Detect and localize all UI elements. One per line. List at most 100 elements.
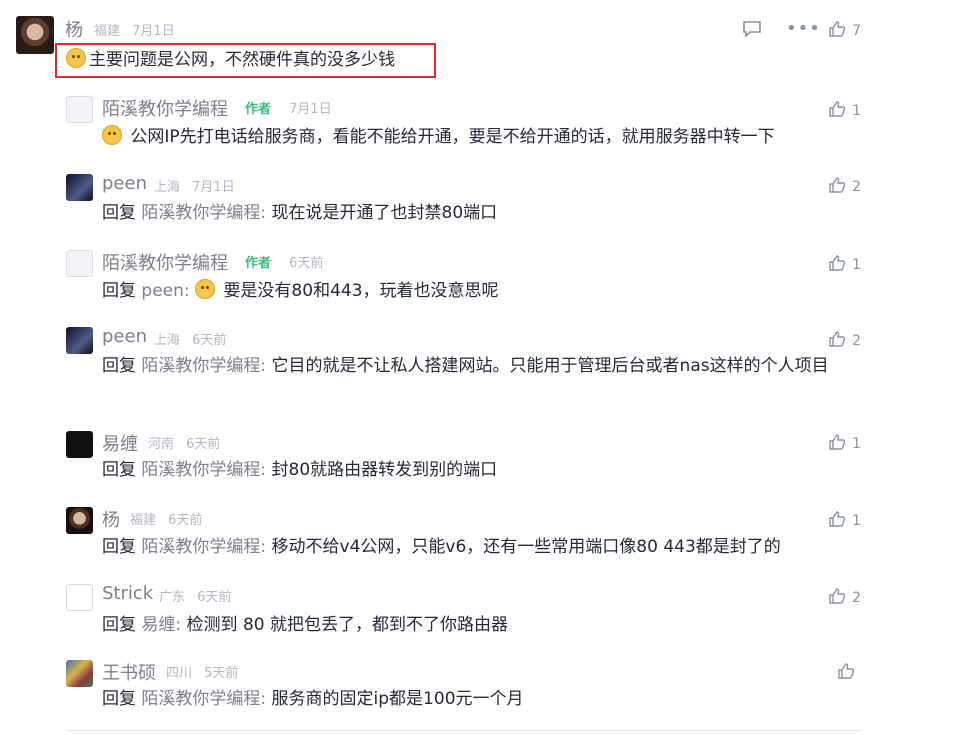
reply-label: 回复 [102,537,136,557]
comment-text: 现在说是开通了也封禁80端口 [271,203,498,223]
like-button[interactable]: 1 [828,510,861,529]
reply-target[interactable]: peen: [141,281,189,301]
comment-date: 7月1日 [132,24,175,39]
avatar[interactable] [66,584,93,611]
comment-meta: 上海 6天前 [154,329,226,348]
comment-author-name[interactable]: 易缠 [102,430,138,456]
comment-author-name[interactable]: 杨 [102,506,120,532]
divider [66,730,862,731]
avatar[interactable] [66,174,93,201]
comment-content: 主要问题是公网，不然硬件真的没多少钱 [66,47,395,74]
comment-meta: 福建 7月1日 [94,20,175,39]
reply-label: 回复 [102,689,136,709]
comment-meta: 河南 6天前 [148,433,220,452]
comment-text: 检测到 80 就把包丢了，都到不了你路由器 [186,615,508,635]
comment-meta: 广东 6天前 [159,586,231,605]
comment-author-name[interactable]: 王书硕 [102,659,156,685]
avatar[interactable] [16,16,54,54]
comment-location: 广东 [159,590,186,605]
avatar[interactable] [66,250,93,277]
avatar[interactable] [66,660,93,687]
comment-content: 回复 陌溪教你学编程: 现在说是开通了也封禁80端口 [102,200,862,227]
comment-content: 回复 peen: 要是没有80和443，玩着也没意思呢 [102,278,862,305]
comment-meta: 四川 5天前 [166,662,238,681]
comment-meta: 作者 6天前 [245,252,323,271]
avatar[interactable] [66,96,93,123]
thumbs-up-icon [829,177,846,193]
comment-date: 6天前 [168,513,203,528]
reply-target[interactable]: 陌溪教你学编程: [141,460,266,480]
thumbs-up-icon [829,434,846,450]
reply-target[interactable]: 易缠: [141,615,181,635]
comment-location: 福建 [94,24,121,39]
comment-date: 7月1日 [289,102,332,117]
comment-date: 6天前 [289,256,324,271]
thumbs-up-icon [829,21,846,37]
comment-date: 6天前 [192,333,227,348]
comment-content: 公网IP先打电话给服务商，看能不能给开通，要是不给开通的话，就用服务器中转一下 [102,124,862,151]
reply-label: 回复 [102,460,136,480]
like-button[interactable]: 2 [828,330,861,349]
comment-meta: 福建 6天前 [130,509,202,528]
thumbs-up-icon [829,255,846,271]
reply-target[interactable]: 陌溪教你学编程: [141,203,266,223]
comment-text: 封80就路由器转发到别的端口 [271,460,498,480]
avatar[interactable] [66,507,93,534]
comment-date: 5天前 [204,666,239,681]
emoji-icon [66,48,86,68]
comment-author-name[interactable]: peen [102,173,147,194]
like-button[interactable]: 1 [828,100,861,119]
reply-label: 回复 [102,356,136,376]
thumbs-up-icon [829,101,846,117]
comment-location: 福建 [130,513,157,528]
comment-author-name[interactable]: Strick [102,583,153,604]
comment-location: 上海 [154,180,181,195]
comment-author-name[interactable]: 陌溪教你学编程 [102,95,228,121]
comment-content: 回复 陌溪教你学编程: 服务商的固定ip都是100元一个月 [102,686,862,713]
author-tag: 作者 [245,256,272,271]
comment-location: 上海 [154,333,181,348]
thumbs-up-icon [829,588,846,604]
comment-content: 回复 陌溪教你学编程: 移动不给v4公网，只能v6，还有一些常用端口像80 44… [102,534,862,561]
comment-text: 移动不给v4公网，只能v6，还有一些常用端口像80 443都是封了的 [271,537,781,557]
comment-author-name[interactable]: 杨 [65,16,83,42]
reply-target[interactable]: 陌溪教你学编程: [141,356,266,376]
like-button[interactable]: 2 [828,587,861,606]
comment-author-name[interactable]: 陌溪教你学编程 [102,249,228,275]
reply-label: 回复 [102,281,136,301]
comment-location: 四川 [166,666,193,681]
comment-content: 回复 陌溪教你学编程: 它目的就是不让私人搭建网站。只能用于管理后台或者nas这… [102,353,862,380]
reply-label: 回复 [102,203,136,223]
author-tag: 作者 [245,102,272,117]
like-button[interactable]: 7 [828,20,861,39]
more-icon[interactable]: ••• [786,18,821,39]
reply-target[interactable]: 陌溪教你学编程: [141,689,266,709]
like-button[interactable] [837,662,861,681]
comment-author-name[interactable]: peen [102,326,147,347]
comment-text: 要是没有80和443，玩着也没意思呢 [223,281,499,301]
avatar[interactable] [66,327,93,354]
like-button[interactable]: 1 [828,433,861,452]
thumbs-up-icon [838,663,855,679]
like-button[interactable]: 1 [828,254,861,273]
comment-meta: 作者 7月1日 [245,98,332,117]
emoji-icon [195,279,216,299]
comment-text: 它目的就是不让私人搭建网站。只能用于管理后台或者nas这样的个人项目 [271,356,829,376]
reply-label: 回复 [102,615,136,635]
thumbs-up-icon [829,331,846,347]
comment-icon[interactable] [742,20,762,42]
thumbs-up-icon [829,511,846,527]
root-comment: 杨 福建 7月1日 主要问题是公网，不然硬件真的没多少钱 ••• 7 [0,0,961,90]
avatar[interactable] [66,431,93,458]
comment-date: 6天前 [197,590,232,605]
comment-date: 6天前 [186,437,221,452]
comment-content: 回复 陌溪教你学编程: 封80就路由器转发到别的端口 [102,457,862,484]
emoji-icon [102,125,122,145]
reply-target[interactable]: 陌溪教你学编程: [141,537,266,557]
comment-location: 河南 [148,437,175,452]
comment-date: 7月1日 [192,180,235,195]
comment-text: 公网IP先打电话给服务商，看能不能给开通，要是不给开通的话，就用服务器中转一下 [130,127,775,147]
like-button[interactable]: 2 [828,176,861,195]
comment-text: 服务商的固定ip都是100元一个月 [271,689,524,709]
comment-meta: 上海 7月1日 [154,176,235,195]
